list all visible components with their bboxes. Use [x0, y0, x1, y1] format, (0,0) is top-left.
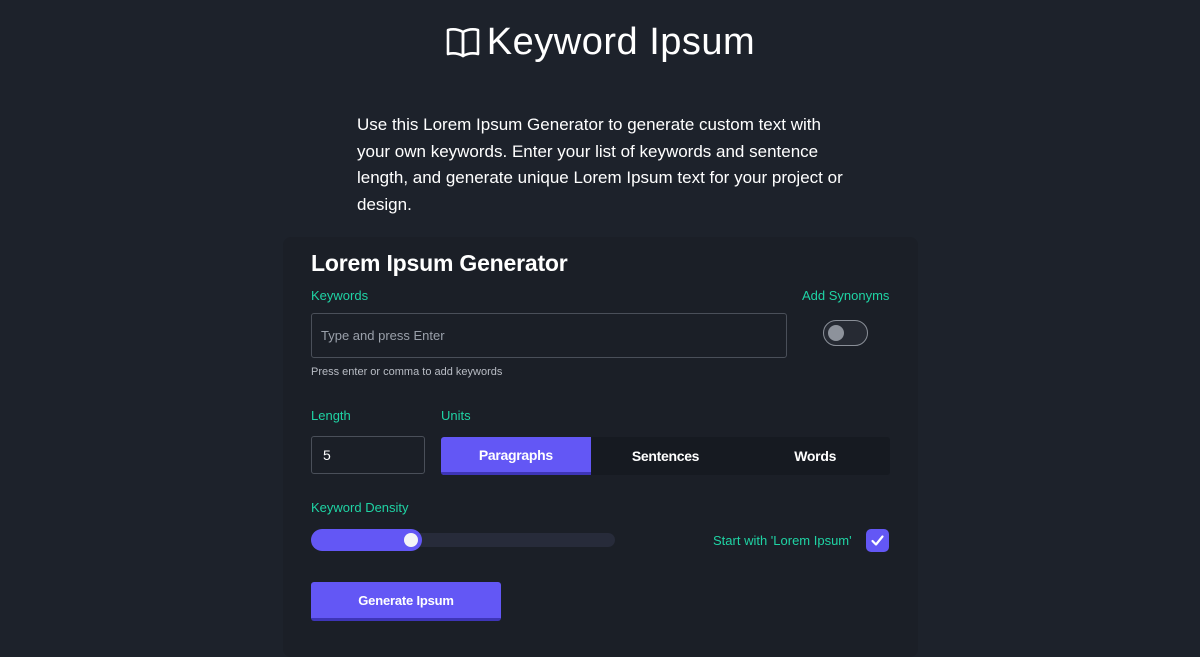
keywords-input[interactable]	[311, 313, 787, 358]
length-input[interactable]	[311, 436, 425, 474]
units-segmented-control: Paragraphs Sentences Words	[441, 437, 890, 475]
checkmark-icon	[871, 535, 884, 546]
start-lorem-label: Start with 'Lorem Ipsum'	[713, 533, 852, 548]
generator-title: Lorem Ipsum Generator	[311, 250, 568, 276]
toggle-knob	[828, 325, 844, 341]
generate-button[interactable]: Generate Ipsum	[311, 582, 501, 621]
start-lorem-checkbox[interactable]	[866, 529, 889, 552]
unit-words-button[interactable]: Words	[740, 437, 890, 475]
keywords-hint: Press enter or comma to add keywords	[311, 366, 503, 378]
brand-title: Keyword Ipsum	[486, 21, 756, 63]
units-label: Units	[441, 408, 471, 423]
keywords-label: Keywords	[311, 288, 369, 303]
unit-paragraphs-button[interactable]: Paragraphs	[441, 437, 591, 475]
intro-text: Use this Lorem Ipsum Generator to genera…	[357, 115, 843, 214]
open-book-icon	[446, 28, 480, 58]
density-label: Keyword Density	[311, 500, 409, 515]
brand-header: Keyword Ipsum	[0, 20, 1200, 64]
synonyms-toggle[interactable]	[823, 320, 868, 346]
synonyms-label: Add Synonyms	[802, 288, 890, 303]
unit-sentences-button[interactable]: Sentences	[591, 437, 741, 475]
length-label: Length	[311, 408, 351, 423]
